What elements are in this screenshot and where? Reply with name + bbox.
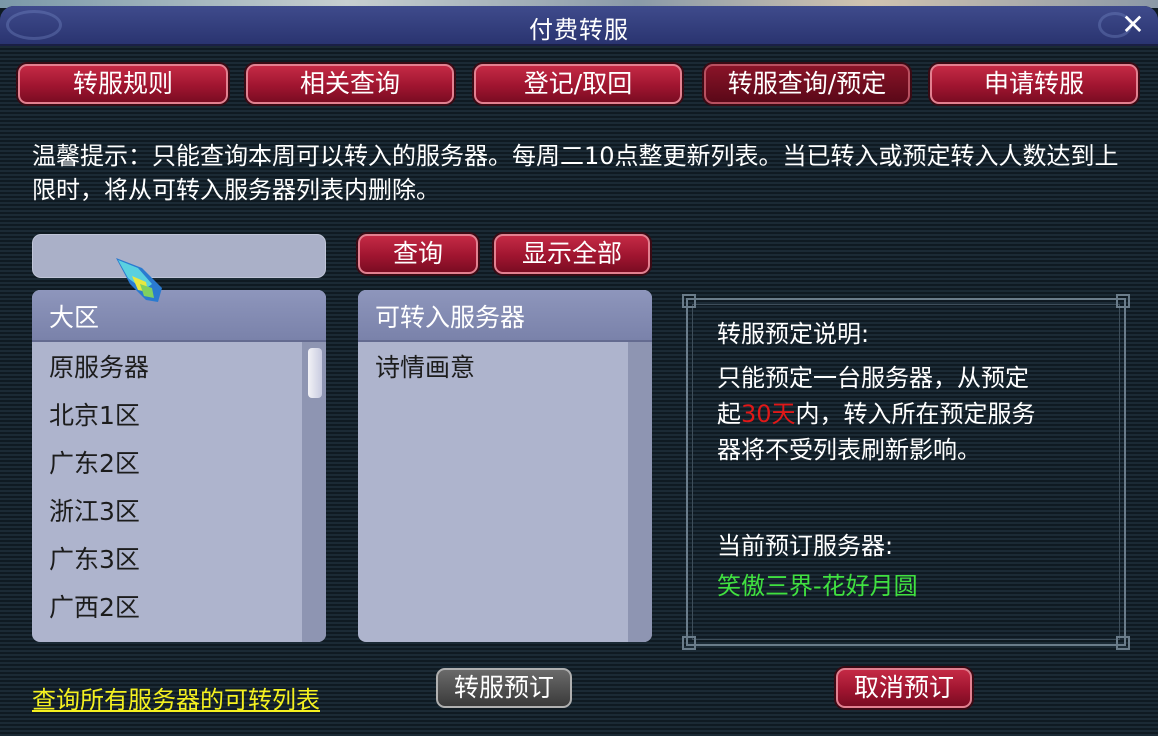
close-icon: ✕ [1121,8,1145,41]
reserve-transfer-button[interactable]: 转服预订 [436,668,572,708]
days-highlight: 30天 [741,400,796,428]
region-list-item[interactable]: 广东3区 [32,536,326,584]
region-list-item[interactable]: 原服务器 [32,344,326,392]
info-line-2: 起30天内，转入所在预定服务 [717,396,1117,432]
all-servers-transfer-list-link[interactable]: 查询所有服务器的可转列表 [32,680,320,715]
region-list-item[interactable]: 广西2区 [32,584,326,632]
frame-corner-ornament [682,636,696,650]
region-list-item[interactable]: 浙江3区 [32,488,326,536]
transferable-server-list[interactable]: 可转入服务器 诗情画意 [358,290,652,642]
info-description: 只能预定一台服务器，从预定 起30天内，转入所在预定服务 器将不受列表刷新影响。 [717,360,1117,468]
info-line-1: 只能预定一台服务器，从预定 [717,364,1029,392]
server-list-scrollbar[interactable] [628,342,652,642]
info-title: 转服预定说明: [717,320,870,348]
region-list-header: 大区 [32,290,326,342]
region-list-item[interactable]: 北京1区 [32,392,326,440]
tab-transfer-query-reserve[interactable]: 转服查询/预定 [704,64,910,104]
query-button[interactable]: 查询 [358,234,478,274]
tab-related-query[interactable]: 相关查询 [246,64,454,104]
window-title: 付费转服 [529,16,629,44]
show-all-button[interactable]: 显示全部 [494,234,650,274]
frame-corner-ornament [682,294,696,308]
close-button[interactable]: ✕ [1118,10,1148,40]
title-bar[interactable]: 付费转服 ✕ [0,6,1158,46]
cancel-reservation-button[interactable]: 取消预订 [836,668,972,708]
info-line-2-post: 内，转入所在预定服务 [795,400,1036,428]
tab-transfer-rules[interactable]: 转服规则 [18,64,228,104]
frame-corner-ornament [1116,294,1130,308]
tab-apply-transfer[interactable]: 申请转服 [930,64,1138,104]
current-reservation-value: 笑傲三界-花好月圆 [717,572,918,600]
server-search-input[interactable] [32,234,326,278]
region-list-item[interactable]: 广东2区 [32,440,326,488]
server-list-header: 可转入服务器 [358,290,652,342]
region-list-scroll-thumb[interactable] [308,348,322,398]
notice-text: 温馨提示：只能查询本周可以转入的服务器。每周二10点整更新列表。当已转入或预定转… [32,142,1119,204]
info-line-3: 器将不受列表刷新影响。 [717,436,981,464]
tab-register-retrieve[interactable]: 登记/取回 [474,64,682,104]
paid-transfer-window: 付费转服 ✕ 转服规则 相关查询 登记/取回 转服查询/预定 申请转服 温馨提示… [0,6,1158,736]
frame-corner-ornament [1116,636,1130,650]
server-list-item[interactable]: 诗情画意 [358,344,652,392]
current-reservation-label: 当前预订服务器: [717,532,894,560]
region-list[interactable]: 大区 原服务器 北京1区 广东2区 浙江3区 广东3区 广西2区 [32,290,326,642]
info-line-2-pre: 起 [717,400,741,428]
